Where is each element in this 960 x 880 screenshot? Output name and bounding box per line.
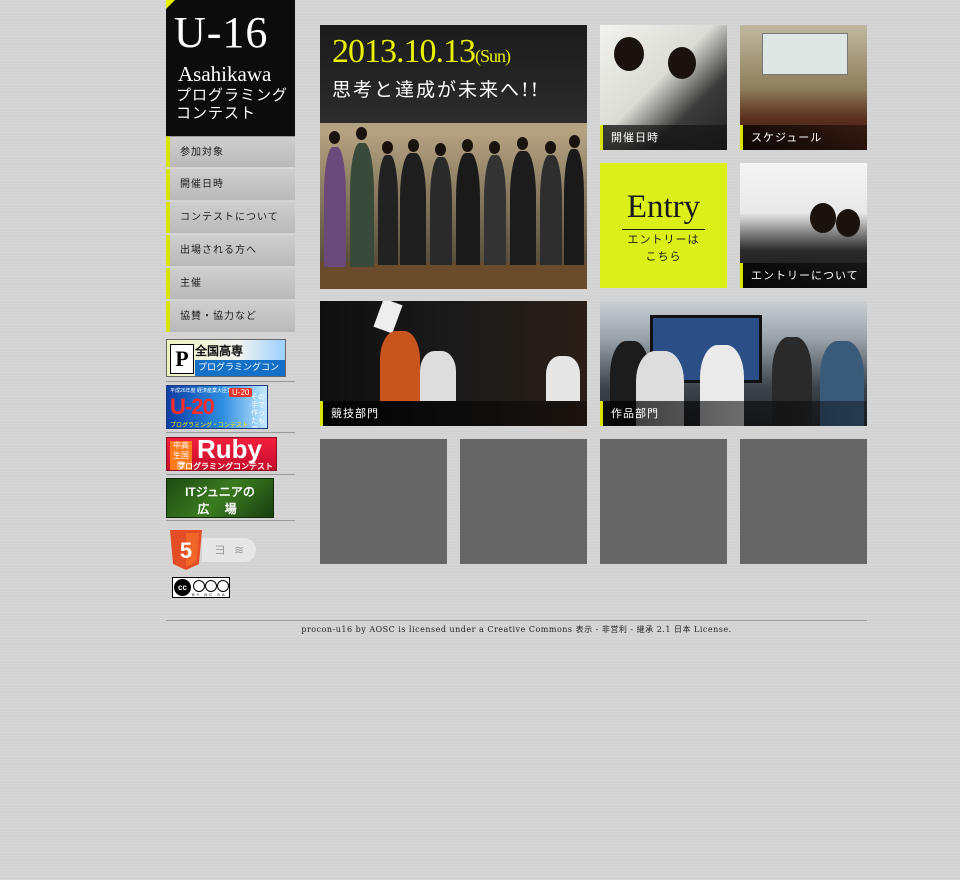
hero-photo-figure — [564, 149, 584, 265]
hero-photo-figure — [510, 151, 536, 265]
hero-photo-figure — [382, 141, 393, 154]
tile-photo-figure — [380, 331, 420, 401]
hero-photo-figure — [435, 143, 446, 156]
hero-photo-figure — [430, 157, 452, 265]
logo-city: Asahikawa — [178, 62, 272, 86]
hero-photo-figure — [545, 141, 556, 154]
creative-commons-badge[interactable]: cc BY NC SA — [172, 577, 230, 598]
tile-entry[interactable]: Entry エントリーは こちら — [600, 163, 727, 288]
tile-competition[interactable]: 競技部門 — [320, 301, 587, 426]
entry-title: Entry — [626, 189, 701, 225]
tile-schedule-caption: スケジュール — [740, 125, 867, 150]
nav-item-for-entrants[interactable]: 出場される方へ — [166, 235, 295, 266]
divider — [166, 381, 295, 382]
banner-u20-sub: プログラミング・コンテスト — [170, 423, 249, 429]
logo-subtitle-1: プログラミング — [176, 86, 289, 104]
nav-item-sponsors[interactable]: 協賛・協力など — [166, 301, 295, 332]
hero-slogan: 思考と達成が未来へ!! — [332, 79, 541, 101]
html5-number: 5 — [180, 538, 192, 563]
divider — [166, 432, 295, 433]
banner-kosen-sub: プログラミングコンテスト — [195, 360, 285, 376]
tile-competition-caption: 競技部門 — [320, 401, 587, 426]
tile-photo-figure — [668, 47, 696, 79]
divider — [166, 474, 295, 475]
by-icon — [193, 580, 205, 592]
placeholder-tile — [460, 439, 587, 564]
banner-ruby-procon[interactable]: 中高生国際 Ruby プログラミングコンテスト — [166, 437, 277, 471]
tile-about-entry[interactable]: エントリーについて — [740, 163, 867, 288]
banner-kosen-title: 全国高専 — [195, 344, 244, 358]
html5-badge[interactable]: 5 ヨ ≋ — [166, 530, 258, 570]
banner-it-junior-line2: 広 場 — [197, 502, 243, 516]
tile-about-entry-caption: エントリーについて — [740, 263, 867, 288]
banner-u20-badge: U-20 — [229, 388, 253, 397]
placeholder-tile — [740, 439, 867, 564]
entry-rule — [622, 229, 705, 230]
cc-icon: cc — [174, 579, 191, 596]
banner-u20-top: 平成26年度 経済産業大臣賞 — [170, 388, 232, 394]
css3-icon: ヨ — [214, 543, 227, 557]
site-logo[interactable]: U-16 Asahikawa プログラミング コンテスト — [166, 0, 295, 136]
hero-photo-figure — [489, 141, 500, 154]
hero-photo-figure — [540, 155, 562, 265]
cc-license-labels: BY NC SA — [192, 592, 227, 597]
hero-photo-figure — [378, 155, 398, 265]
banner-u20-title-text: U-20 — [170, 394, 215, 419]
hero-photo-figure — [329, 131, 340, 144]
banner-u20-procon[interactable]: 平成26年度 経済産業大臣賞 U-20 U-20 その手で作ったもの プログラミ… — [166, 385, 268, 429]
banner-it-junior-line1: ITジュニアの — [185, 485, 255, 499]
banner-it-junior[interactable]: ITジュニアの 広 場 — [166, 478, 274, 518]
semantics-icon: ≋ — [234, 543, 245, 557]
logo-subtitle-2: コンテスト — [176, 104, 257, 122]
hero-photo-figure — [324, 147, 346, 267]
footer-license-text: procon-u16 by AOSC is licensed under a C… — [301, 625, 732, 634]
placeholder-tile — [600, 439, 727, 564]
footer-divider — [166, 620, 867, 621]
hero-photo-figure — [569, 135, 580, 148]
tile-event-date[interactable]: 開催日時 — [600, 25, 727, 150]
banner-u20-side: その手で作ったもの — [251, 394, 265, 428]
tile-works-caption: 作品部門 — [600, 401, 867, 426]
html5-badge-pill — [202, 538, 256, 562]
hero-photo-figure — [462, 139, 473, 152]
tile-photo-figure — [836, 209, 860, 237]
placeholder-tile — [320, 439, 447, 564]
nav-item-organizer[interactable]: 主催 — [166, 268, 295, 299]
banner-u20-title: U-20 — [170, 394, 215, 420]
entry-subtitle-2: こちら — [645, 250, 682, 263]
nav-item-about[interactable]: コンテストについて — [166, 202, 295, 233]
tile-photo-screen — [762, 33, 848, 75]
banner-kosen-procon[interactable]: P 全国高専 プログラミングコンテスト — [166, 339, 286, 377]
hero-photo-figure — [356, 127, 367, 140]
hero-date-value: 2013.10.13 — [332, 33, 476, 70]
hero-photo-figure — [517, 137, 528, 150]
nav-item-participants[interactable]: 参加対象 — [166, 136, 295, 167]
tile-photo-figure — [546, 356, 580, 401]
hero-photo-figure — [350, 143, 374, 267]
hero-photo-figure — [408, 139, 419, 152]
banner-ruby-sub: プログラミングコンテスト — [177, 462, 273, 471]
hero-photo-figure — [400, 153, 426, 265]
html5-icon: 5 — [170, 530, 202, 570]
tile-works[interactable]: 作品部門 — [600, 301, 867, 426]
tile-event-date-caption: 開催日時 — [600, 125, 727, 150]
tile-photo-figure — [810, 203, 836, 233]
hero-date-day: (Sun) — [475, 46, 511, 66]
hero-date: 2013.10.13(Sun) — [332, 33, 511, 71]
tile-schedule[interactable]: スケジュール — [740, 25, 867, 150]
hero-event-banner[interactable]: 2013.10.13(Sun) 思考と達成が未来へ!! — [320, 25, 587, 289]
divider — [166, 520, 295, 521]
sa-icon — [217, 580, 229, 592]
procon-p-logo: P — [170, 344, 194, 374]
hero-photo-figure — [456, 153, 480, 265]
side-nav: 参加対象 開催日時 コンテストについて 出場される方へ 主催 協賛・協力など — [166, 136, 295, 334]
nc-icon — [205, 580, 217, 592]
logo-title: U-16 — [174, 8, 269, 57]
tile-photo-figure — [614, 37, 644, 71]
tile-photo-paper — [373, 301, 403, 334]
nav-item-date[interactable]: 開催日時 — [166, 169, 295, 200]
tile-photo-figure — [420, 351, 456, 401]
entry-subtitle-1: エントリーは — [627, 233, 700, 246]
hero-photo-figure — [484, 155, 506, 265]
